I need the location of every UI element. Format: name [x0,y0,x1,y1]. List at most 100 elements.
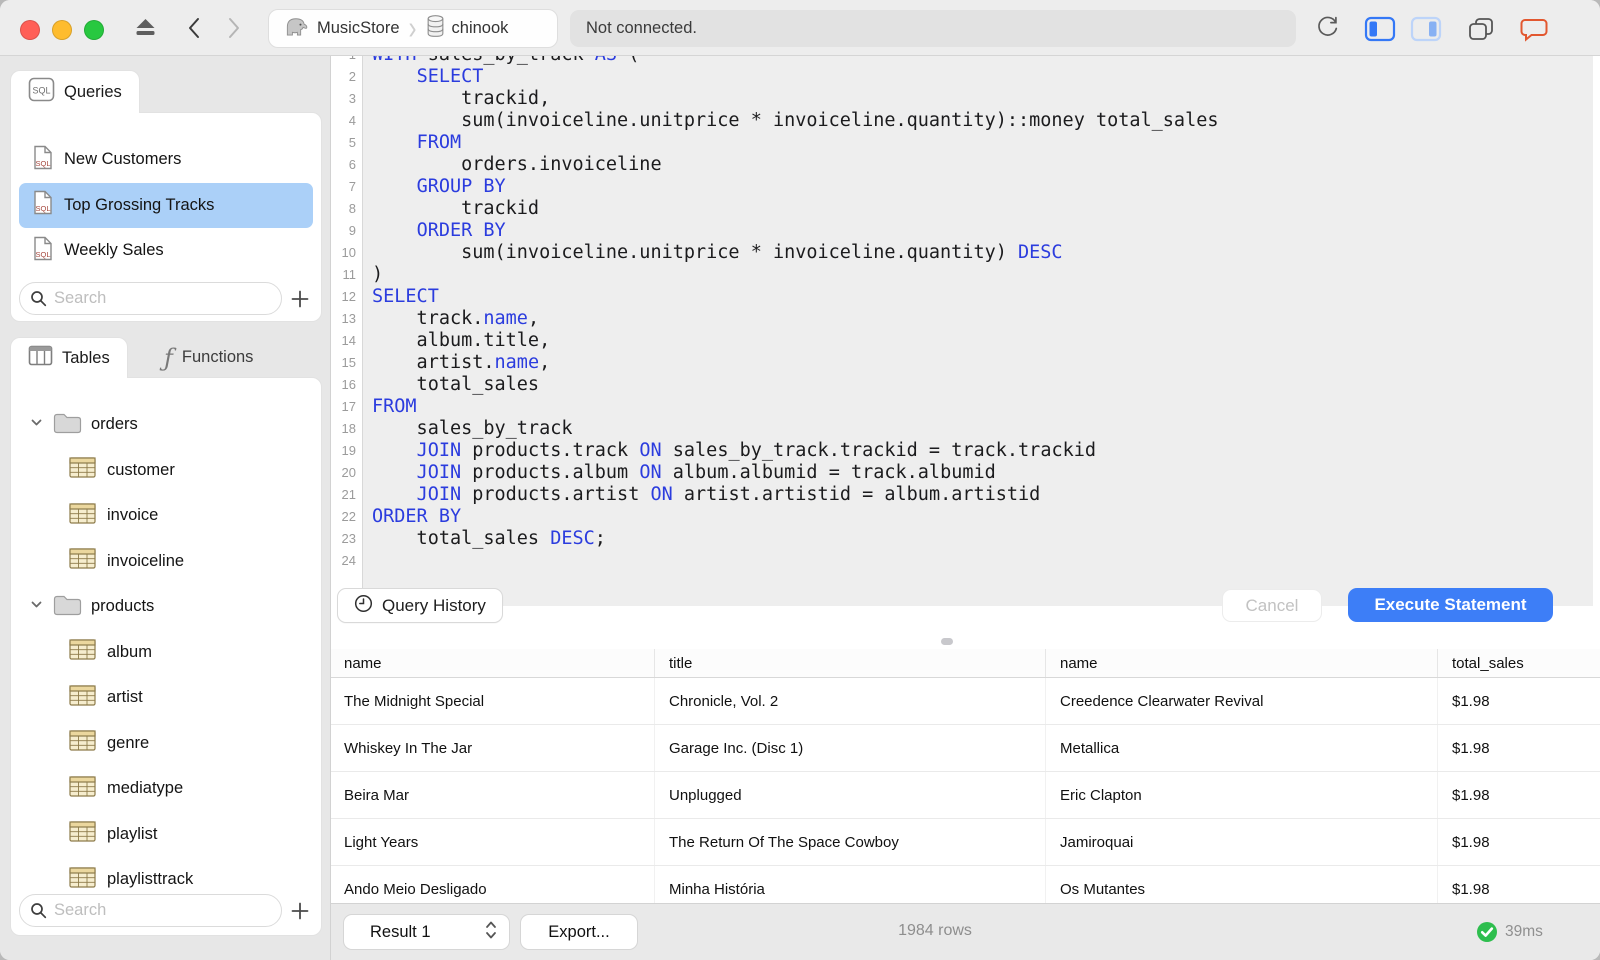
sql-text: , [539,352,551,373]
sql-keyword: DESC [550,528,595,549]
refresh-icon[interactable] [1314,15,1341,42]
breadcrumb-server[interactable]: MusicStore [317,19,400,38]
sql-text: trackid [372,198,540,219]
close-window-button[interactable] [20,20,40,40]
sidebar-item-genre[interactable]: genre [11,721,321,767]
tree-item-label: products [91,597,155,616]
table-row[interactable]: Beira Mar Unplugged Eric Clapton $1.98 [330,772,1600,819]
sidebar: SQL Queries SQL New Customers SQL Top Gross… [0,56,330,960]
table-row[interactable]: Whiskey In The Jar Garage Inc. (Disc 1) Me… [330,725,1600,772]
eject-icon[interactable] [134,18,157,38]
execute-statement-button[interactable]: Execute Statement [1348,588,1553,622]
zoom-window-button[interactable] [84,20,104,40]
table-icon [69,457,96,483]
table-cell: Metallica [1046,725,1438,771]
sidebar-item-new-customers[interactable]: SQL New Customers [19,137,313,183]
sidebar-item-mediatype[interactable]: mediatype [11,766,321,812]
minimize-window-button[interactable] [52,20,72,40]
sidebar-item-playlist[interactable]: playlist [11,812,321,858]
code-line: ORDER BY [372,220,1218,242]
sidebar-item-invoiceline[interactable]: invoiceline [11,539,321,585]
tab-tables[interactable]: Tables [10,337,128,378]
splitter-handle[interactable] [941,638,953,645]
sql-text: ) [372,264,384,285]
line-number: 14 [341,333,356,348]
add-table-button[interactable] [287,898,313,924]
line-number: 20 [341,465,356,480]
query-history-button[interactable]: Query History [337,588,503,623]
chevron-down-icon[interactable] [29,415,44,435]
queries-search-input[interactable] [19,282,282,315]
tree-item-label: album [107,642,152,661]
sql-keyword: JOIN [416,462,462,483]
line-number: 15 [341,355,356,370]
table-icon [69,821,96,847]
sql-file-icon: SQL [33,145,53,175]
functions-icon: ƒ [164,343,173,372]
sql-editor[interactable]: 123456789101112131415161718192021222324 … [330,56,1600,633]
column-header[interactable]: name [1046,649,1438,677]
sidebar-item-album[interactable]: album [11,630,321,676]
sidebar-item-customer[interactable]: customer [11,448,321,494]
column-header[interactable]: total_sales [1438,649,1600,677]
bottom-bar: Result 1 Export... 1984 rows 39ms [330,903,1600,960]
sidebar-item-artist[interactable]: artist [11,675,321,721]
column-header[interactable]: title [655,649,1046,677]
sql-text: , [527,308,540,329]
feedback-chat-icon[interactable] [1519,17,1549,42]
sidebar-divider[interactable] [330,56,331,960]
result-selector[interactable]: Result 1 [343,914,510,950]
clock-icon [354,594,373,618]
table-row[interactable]: Light Years The Return Of The Space Cowbo… [330,819,1600,866]
tab-queries[interactable]: SQL Queries [10,70,140,113]
table-row[interactable]: The Midnight Special Chronicle, Vol. 2 Cre… [330,678,1600,725]
sidebar-item-products[interactable]: products [11,584,321,630]
toggle-left-sidebar-icon[interactable] [1364,16,1396,42]
line-number: 21 [341,487,356,502]
sql-text: artist. [372,352,495,373]
table-cell: $1.98 [1452,692,1490,710]
line-number: 6 [348,157,356,172]
tables-search-input[interactable] [19,894,282,927]
forward-button[interactable] [227,17,241,39]
editor-results-splitter[interactable] [330,633,1600,649]
line-number: 5 [348,135,356,150]
export-button[interactable]: Export... [520,914,638,950]
code-line: FROM [372,132,1218,154]
line-number: 4 [348,113,356,128]
code-line: album.title, [372,330,1218,352]
sql-text: ; [594,528,606,549]
code-line: trackid, [372,88,1218,110]
cancel-button[interactable]: Cancel [1222,589,1322,622]
sidebar-item-weekly-sales[interactable]: SQL Weekly Sales [19,228,313,274]
sidebar-item-invoice[interactable]: invoice [11,493,321,539]
breadcrumb-database[interactable]: chinook [452,19,509,38]
line-number: 7 [348,179,356,194]
table-cell: Eric Clapton [1046,772,1438,818]
sidebar-item-top-grossing-tracks[interactable]: SQL Top Grossing Tracks [19,182,313,228]
table-cell: Beira Mar [330,772,655,818]
tab-functions[interactable]: ƒ Functions [148,337,269,378]
sql-file-icon: SQL [33,236,53,266]
results-body: The Midnight Special Chronicle, Vol. 2 Cre… [330,678,1600,913]
sidebar-item-orders[interactable]: orders [11,402,321,448]
table-cell: $1.98 [1452,739,1490,757]
table-cell: Jamiroquai [1046,819,1438,865]
toggle-right-sidebar-icon[interactable] [1410,16,1442,42]
line-number: 22 [341,509,356,524]
query-item-label: Top Grossing Tracks [64,195,215,214]
results-header: name title name total_sales [330,649,1600,678]
line-number: 11 [342,267,357,282]
column-header[interactable]: name [330,649,655,677]
back-button[interactable] [187,17,201,39]
sql-keyword: GROUP BY [416,176,506,197]
add-query-button[interactable] [287,286,313,312]
windows-icon[interactable] [1467,16,1495,42]
chevron-down-icon[interactable] [29,597,44,617]
sql-text: products.track [461,440,640,461]
table-icon [69,503,96,529]
tree-item-label: artist [107,688,143,707]
